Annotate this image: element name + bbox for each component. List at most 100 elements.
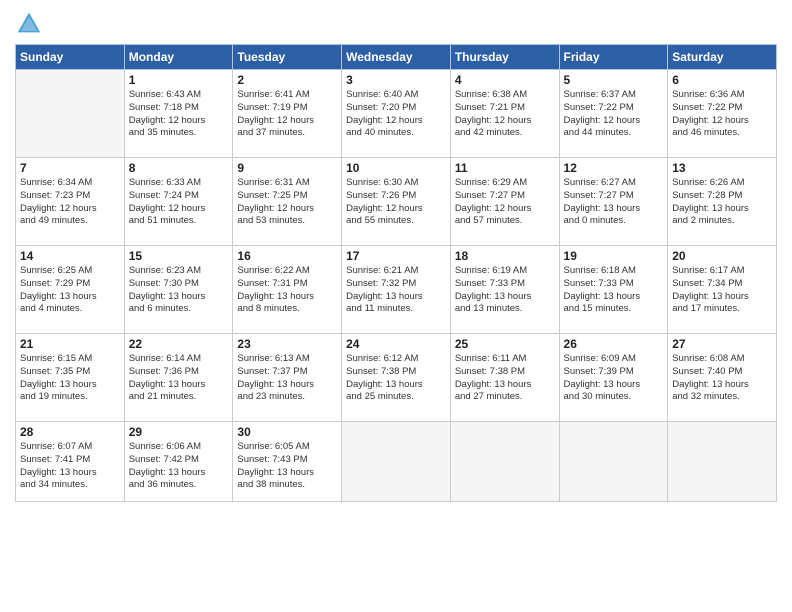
calendar-cell: 28Sunrise: 6:07 AMSunset: 7:41 PMDayligh… [16, 422, 125, 502]
calendar-cell: 11 Sunrise: 6:29 AMSunset: 7:27 PMDayligh… [450, 158, 559, 246]
calendar-header-row: SundayMondayTuesdayWednesdayThursdayFrid… [16, 45, 777, 70]
logo-icon [15, 10, 43, 38]
cell-info: Sunrise: 6:14 AMSunset: 7:36 PMDaylight:… [129, 353, 229, 404]
cell-info: Sunrise: 6:05 AMSunset: 7:43 PMDaylight:… [237, 441, 337, 492]
logo [15, 10, 45, 38]
cell-info: Sunrise: 6:11 AMSunset: 7:38 PMDaylight:… [455, 353, 555, 404]
calendar-cell: 7Sunrise: 6:34 AMSunset: 7:23 PMDaylight… [16, 158, 125, 246]
cell-info: Sunrise: 6:27 AMSunset: 7:27 PMDaylight:… [564, 177, 664, 228]
calendar-cell: 14 Sunrise: 6:25 AMSunset: 7:29 PMDayligh… [16, 246, 125, 334]
calendar-week-row: 1Sunrise: 6:43 AMSunset: 7:18 PMDaylight… [16, 70, 777, 158]
day-number: 8 [129, 161, 229, 175]
day-number: 26 [564, 337, 664, 351]
cell-info: Sunrise: 6:23 AMSunset: 7:30 PMDaylight:… [129, 265, 229, 316]
calendar-cell: 30 Sunrise: 6:05 AMSunset: 7:43 PMDayligh… [233, 422, 342, 502]
cell-info: Sunrise: 6:38 AMSunset: 7:21 PMDaylight:… [455, 89, 555, 140]
calendar-header-tuesday: Tuesday [233, 45, 342, 70]
day-number: 23 [237, 337, 337, 351]
day-number: 3 [346, 73, 446, 87]
cell-info: Sunrise: 6:07 AMSunset: 7:41 PMDaylight:… [20, 441, 120, 492]
calendar-cell: 24Sunrise: 6:12 AMSunset: 7:38 PMDayligh… [342, 334, 451, 422]
calendar-cell: 19 Sunrise: 6:18 AMSunset: 7:33 PMDayligh… [559, 246, 668, 334]
day-number: 10 [346, 161, 446, 175]
calendar-cell: 29 Sunrise: 6:06 AMSunset: 7:42 PMDayligh… [124, 422, 233, 502]
calendar-cell [16, 70, 125, 158]
day-number: 11 [455, 161, 555, 175]
cell-info: Sunrise: 6:40 AMSunset: 7:20 PMDaylight:… [346, 89, 446, 140]
cell-info: Sunrise: 6:34 AMSunset: 7:23 PMDaylight:… [20, 177, 120, 228]
calendar-cell: 20 Sunrise: 6:17 AMSunset: 7:34 PMDayligh… [668, 246, 777, 334]
calendar-cell: 3 Sunrise: 6:40 AMSunset: 7:20 PMDaylight… [342, 70, 451, 158]
day-number: 16 [237, 249, 337, 263]
calendar-cell: 6 Sunrise: 6:36 AMSunset: 7:22 PMDaylight… [668, 70, 777, 158]
day-number: 27 [672, 337, 772, 351]
cell-info: Sunrise: 6:22 AMSunset: 7:31 PMDaylight:… [237, 265, 337, 316]
day-number: 4 [455, 73, 555, 87]
calendar-week-row: 21 Sunrise: 6:15 AMSunset: 7:35 PMDayligh… [16, 334, 777, 422]
day-number: 9 [237, 161, 337, 175]
day-number: 6 [672, 73, 772, 87]
day-number: 15 [129, 249, 229, 263]
cell-info: Sunrise: 6:30 AMSunset: 7:26 PMDaylight:… [346, 177, 446, 228]
calendar-table: SundayMondayTuesdayWednesdayThursdayFrid… [15, 44, 777, 502]
cell-info: Sunrise: 6:19 AMSunset: 7:33 PMDaylight:… [455, 265, 555, 316]
calendar-week-row: 28Sunrise: 6:07 AMSunset: 7:41 PMDayligh… [16, 422, 777, 502]
page: SundayMondayTuesdayWednesdayThursdayFrid… [0, 0, 792, 612]
calendar-cell: 15 Sunrise: 6:23 AMSunset: 7:30 PMDayligh… [124, 246, 233, 334]
calendar-cell: 18 Sunrise: 6:19 AMSunset: 7:33 PMDayligh… [450, 246, 559, 334]
calendar-cell: 5Sunrise: 6:37 AMSunset: 7:22 PMDaylight… [559, 70, 668, 158]
cell-info: Sunrise: 6:06 AMSunset: 7:42 PMDaylight:… [129, 441, 229, 492]
calendar-week-row: 14 Sunrise: 6:25 AMSunset: 7:29 PMDayligh… [16, 246, 777, 334]
calendar-cell: 12 Sunrise: 6:27 AMSunset: 7:27 PMDayligh… [559, 158, 668, 246]
calendar-cell: 26Sunrise: 6:09 AMSunset: 7:39 PMDayligh… [559, 334, 668, 422]
cell-info: Sunrise: 6:15 AMSunset: 7:35 PMDaylight:… [20, 353, 120, 404]
day-number: 21 [20, 337, 120, 351]
cell-info: Sunrise: 6:29 AMSunset: 7:27 PMDaylight:… [455, 177, 555, 228]
calendar-cell: 13Sunrise: 6:26 AMSunset: 7:28 PMDayligh… [668, 158, 777, 246]
cell-info: Sunrise: 6:36 AMSunset: 7:22 PMDaylight:… [672, 89, 772, 140]
calendar-header-friday: Friday [559, 45, 668, 70]
day-number: 20 [672, 249, 772, 263]
day-number: 22 [129, 337, 229, 351]
day-number: 2 [237, 73, 337, 87]
cell-info: Sunrise: 6:33 AMSunset: 7:24 PMDaylight:… [129, 177, 229, 228]
cell-info: Sunrise: 6:41 AMSunset: 7:19 PMDaylight:… [237, 89, 337, 140]
day-number: 30 [237, 425, 337, 439]
calendar-week-row: 7Sunrise: 6:34 AMSunset: 7:23 PMDaylight… [16, 158, 777, 246]
calendar-cell [668, 422, 777, 502]
cell-info: Sunrise: 6:26 AMSunset: 7:28 PMDaylight:… [672, 177, 772, 228]
calendar-cell: 27 Sunrise: 6:08 AMSunset: 7:40 PMDayligh… [668, 334, 777, 422]
day-number: 14 [20, 249, 120, 263]
day-number: 25 [455, 337, 555, 351]
cell-info: Sunrise: 6:18 AMSunset: 7:33 PMDaylight:… [564, 265, 664, 316]
calendar-header-wednesday: Wednesday [342, 45, 451, 70]
day-number: 1 [129, 73, 229, 87]
calendar-cell [559, 422, 668, 502]
day-number: 18 [455, 249, 555, 263]
calendar-cell: 22 Sunrise: 6:14 AMSunset: 7:36 PMDayligh… [124, 334, 233, 422]
calendar-header-sunday: Sunday [16, 45, 125, 70]
calendar-cell: 23 Sunrise: 6:13 AMSunset: 7:37 PMDayligh… [233, 334, 342, 422]
calendar-cell: 17 Sunrise: 6:21 AMSunset: 7:32 PMDayligh… [342, 246, 451, 334]
calendar-cell: 4 Sunrise: 6:38 AMSunset: 7:21 PMDaylight… [450, 70, 559, 158]
cell-info: Sunrise: 6:08 AMSunset: 7:40 PMDaylight:… [672, 353, 772, 404]
cell-info: Sunrise: 6:13 AMSunset: 7:37 PMDaylight:… [237, 353, 337, 404]
calendar-cell: 16 Sunrise: 6:22 AMSunset: 7:31 PMDayligh… [233, 246, 342, 334]
day-number: 19 [564, 249, 664, 263]
cell-info: Sunrise: 6:37 AMSunset: 7:22 PMDaylight:… [564, 89, 664, 140]
calendar-header-saturday: Saturday [668, 45, 777, 70]
calendar-cell [450, 422, 559, 502]
calendar-cell: 1Sunrise: 6:43 AMSunset: 7:18 PMDaylight… [124, 70, 233, 158]
cell-info: Sunrise: 6:25 AMSunset: 7:29 PMDaylight:… [20, 265, 120, 316]
calendar-header-monday: Monday [124, 45, 233, 70]
day-number: 17 [346, 249, 446, 263]
calendar-cell [342, 422, 451, 502]
calendar-header-thursday: Thursday [450, 45, 559, 70]
calendar-cell: 10 Sunrise: 6:30 AMSunset: 7:26 PMDayligh… [342, 158, 451, 246]
cell-info: Sunrise: 6:17 AMSunset: 7:34 PMDaylight:… [672, 265, 772, 316]
calendar-cell: 2 Sunrise: 6:41 AMSunset: 7:19 PMDaylight… [233, 70, 342, 158]
cell-info: Sunrise: 6:21 AMSunset: 7:32 PMDaylight:… [346, 265, 446, 316]
day-number: 29 [129, 425, 229, 439]
cell-info: Sunrise: 6:12 AMSunset: 7:38 PMDaylight:… [346, 353, 446, 404]
day-number: 12 [564, 161, 664, 175]
